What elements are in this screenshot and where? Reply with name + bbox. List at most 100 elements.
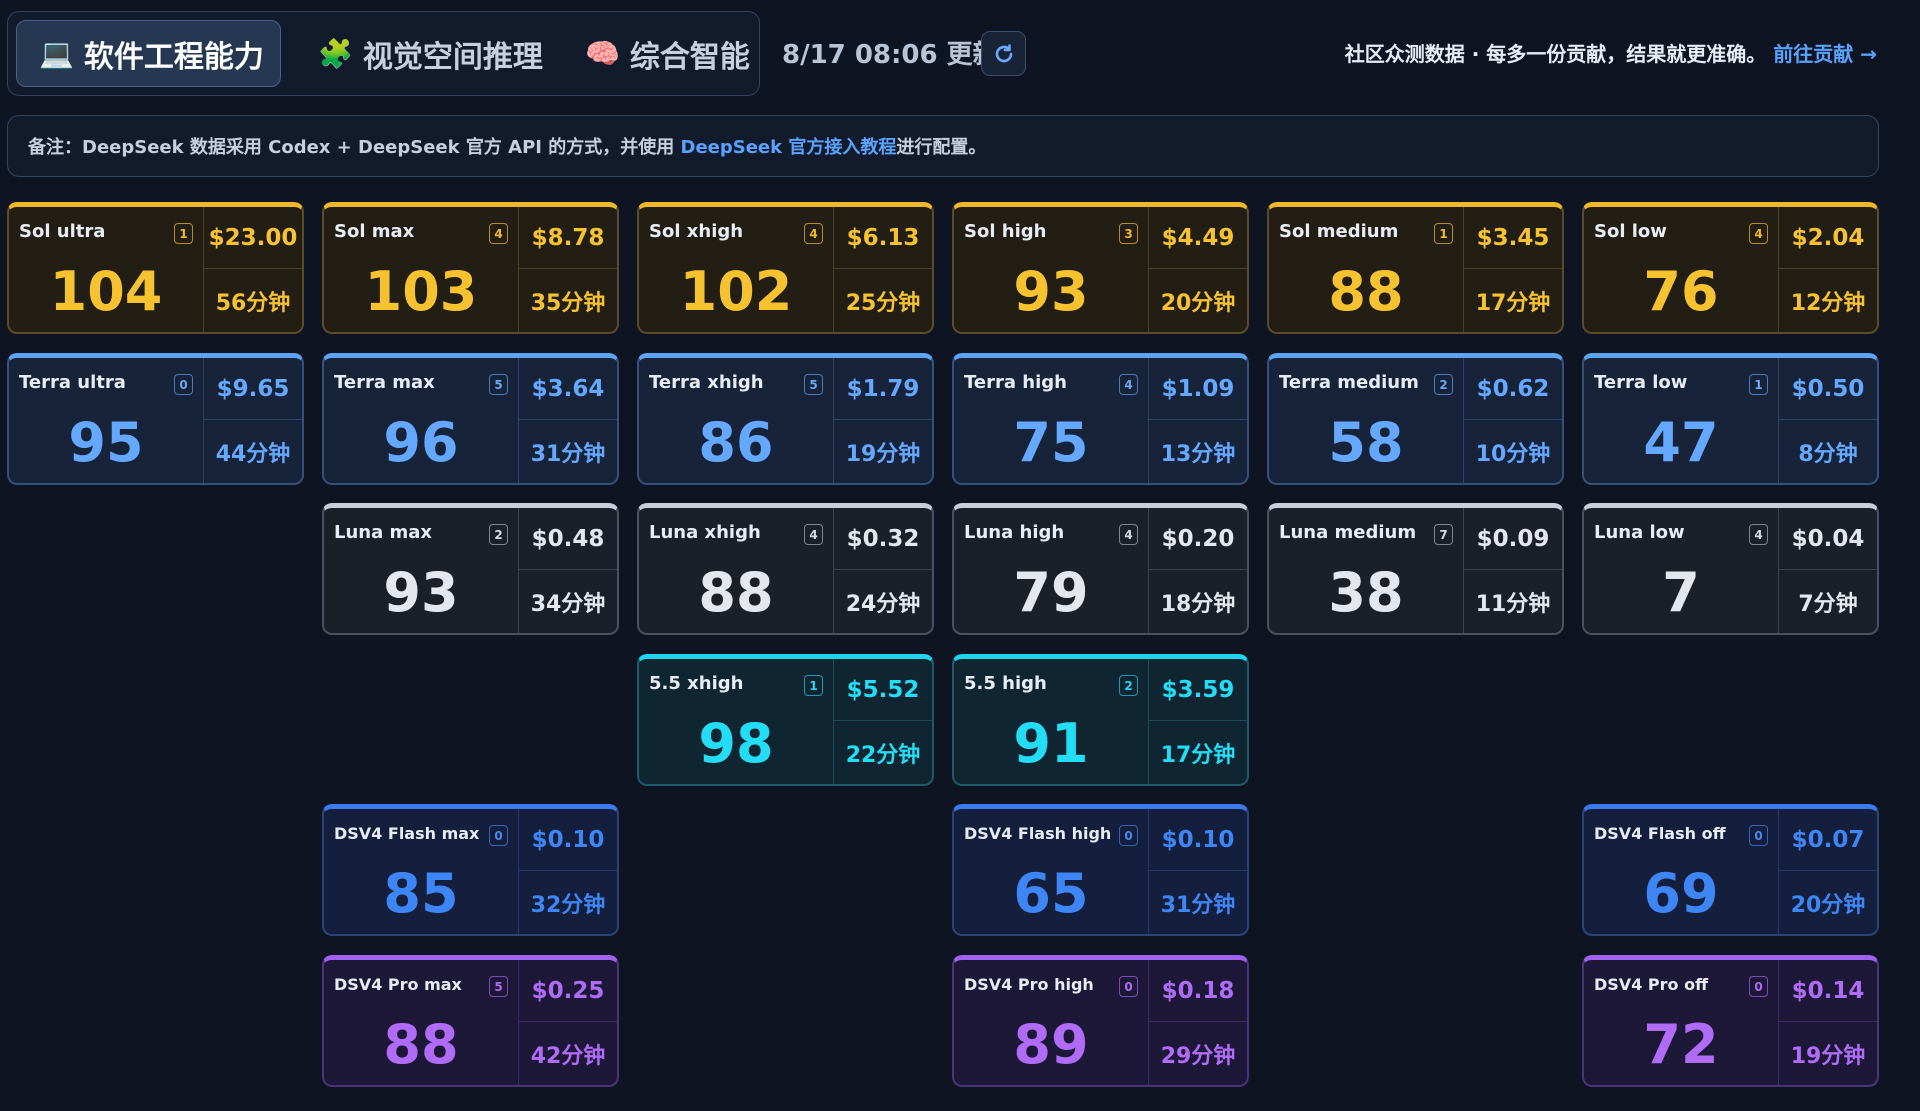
card-main: DSV4 Flash high 0 65 [954,809,1148,934]
contribute-link[interactable]: 前往贡献 → [1773,42,1877,66]
rank-badge: 2 [1119,675,1138,696]
score-value: 98 [698,712,774,775]
score-value: 104 [49,260,163,323]
duration-value: 12分钟 [1790,290,1866,316]
card-main: DSV4 Pro off 0 72 [1584,960,1778,1085]
card-stats: $2.04 12分钟 [1778,207,1877,332]
duration-value: 32分钟 [530,892,606,918]
model-card-terra-high[interactable]: Terra high 4 75 $1.09 13分钟 [952,353,1249,485]
model-name: 5.5 high [964,673,1047,694]
card-stats: $1.09 13分钟 [1148,358,1247,483]
score-value: 88 [383,1013,459,1076]
refresh-button[interactable] [981,31,1026,76]
card-main: Luna high 4 79 [954,508,1148,633]
model-name: Terra xhigh [649,372,764,393]
model-card-sol-low[interactable]: Sol low 4 76 $2.04 12分钟 [1582,202,1879,334]
cost-value: $9.65 [204,358,302,420]
card-main: DSV4 Flash off 0 69 [1584,809,1778,934]
card-stats: $0.18 29分钟 [1148,960,1247,1085]
model-card-dsv4-flash-high[interactable]: DSV4 Flash high 0 65 $0.10 31分钟 [952,804,1249,936]
model-name: DSV4 Flash max [334,824,480,843]
tab-general-intelligence[interactable]: 🧠 综合智能 [563,20,753,87]
score-value: 91 [1013,712,1089,775]
model-card-sol-max[interactable]: Sol max 4 103 $8.78 35分钟 [322,202,619,334]
rank-badge: 4 [1749,223,1768,244]
rank-badge: 4 [1749,524,1768,545]
model-card-dsv4-pro-high[interactable]: DSV4 Pro high 0 89 $0.18 29分钟 [952,955,1249,1087]
duration-value: 31分钟 [530,441,606,467]
model-card-dsv4-pro-max[interactable]: DSV4 Pro max 5 88 $0.25 42分钟 [322,955,619,1087]
rank-badge: 0 [174,374,193,395]
card-stats: $0.25 42分钟 [518,960,617,1085]
card-main: Terra low 1 47 [1584,358,1778,483]
model-card-dsv4-pro-off[interactable]: DSV4 Pro off 0 72 $0.14 19分钟 [1582,955,1879,1087]
model-card-terra-max[interactable]: Terra max 5 96 $3.64 31分钟 [322,353,619,485]
score-value: 93 [383,561,459,624]
card-stats: $8.78 35分钟 [518,207,617,332]
model-card-luna-max[interactable]: Luna max 2 93 $0.48 34分钟 [322,503,619,635]
model-card-sol-ultra[interactable]: Sol ultra 1 104 $23.00 56分钟 [7,202,304,334]
model-card-sol-xhigh[interactable]: Sol xhigh 4 102 $6.13 25分钟 [637,202,934,334]
model-card-terra-ultra[interactable]: Terra ultra 0 95 $9.65 44分钟 [7,353,304,485]
model-card-luna-low[interactable]: Luna low 4 7 $0.04 7分钟 [1582,503,1879,635]
rank-badge: 0 [1119,976,1138,997]
cost-value: $0.10 [1149,809,1247,871]
cost-value: $0.18 [1149,960,1247,1022]
duration-value: 10分钟 [1475,441,1551,467]
cost-value: $0.14 [1779,960,1877,1022]
cost-value: $1.79 [834,358,932,420]
model-card-gpt55-high[interactable]: 5.5 high 2 91 $3.59 17分钟 [952,654,1249,786]
score-value: 86 [698,411,774,474]
community-notice: 社区众测数据 · 每多一份贡献，结果就更准确。 前往贡献 → [1345,38,1877,67]
tab-visual-spatial-reasoning[interactable]: 🧩 视觉空间推理 [296,20,546,87]
model-card-terra-xhigh[interactable]: Terra xhigh 5 86 $1.79 19分钟 [637,353,934,485]
card-main: Sol max 4 103 [324,207,518,332]
card-main: Sol medium 1 88 [1269,207,1463,332]
brain-icon: 🧠 [585,36,620,70]
duration-value: 19分钟 [1790,1043,1866,1069]
score-value: 95 [68,411,144,474]
score-value: 88 [1328,260,1404,323]
model-card-dsv4-flash-off[interactable]: DSV4 Flash off 0 69 $0.07 20分钟 [1582,804,1879,936]
rank-badge: 4 [804,223,823,244]
model-card-terra-low[interactable]: Terra low 1 47 $0.50 8分钟 [1582,353,1879,485]
cost-value: $0.10 [519,809,617,871]
rank-badge: 7 [1434,524,1453,545]
model-name: Terra max [334,372,435,393]
duration-value: 35分钟 [530,290,606,316]
card-main: Terra high 4 75 [954,358,1148,483]
duration-value: 42分钟 [530,1043,606,1069]
model-card-terra-medium[interactable]: Terra medium 2 58 $0.62 10分钟 [1267,353,1564,485]
laptop-icon: 💻 [39,36,74,70]
cost-value: $0.48 [519,508,617,570]
duration-value: 56分钟 [215,290,291,316]
score-value: 76 [1643,260,1719,323]
rank-badge: 2 [489,524,508,545]
model-card-gpt55-xhigh[interactable]: 5.5 xhigh 1 98 $5.52 22分钟 [637,654,934,786]
score-value: 58 [1328,411,1404,474]
cost-value: $6.13 [834,207,932,269]
model-card-luna-high[interactable]: Luna high 4 79 $0.20 18分钟 [952,503,1249,635]
cost-value: $8.78 [519,207,617,269]
cost-value: $0.20 [1149,508,1247,570]
model-card-dsv4-flash-max[interactable]: DSV4 Flash max 0 85 $0.10 32分钟 [322,804,619,936]
model-name: Terra ultra [19,372,126,393]
model-name: DSV4 Flash high [964,824,1112,843]
tab-software-engineering[interactable]: 💻 软件工程能力 [16,20,281,87]
model-card-luna-xhigh[interactable]: Luna xhigh 4 88 $0.32 24分钟 [637,503,934,635]
card-main: Sol low 4 76 [1584,207,1778,332]
model-name: Luna xhigh [649,522,761,543]
model-name: Luna max [334,522,433,543]
model-card-luna-medium[interactable]: Luna medium 7 38 $0.09 11分钟 [1267,503,1564,635]
rank-badge: 5 [804,374,823,395]
card-main: Sol ultra 1 104 [9,207,203,332]
duration-value: 34分钟 [530,591,606,617]
card-stats: $0.10 31分钟 [1148,809,1247,934]
model-card-sol-high[interactable]: Sol high 3 93 $4.49 20分钟 [952,202,1249,334]
model-card-sol-medium[interactable]: Sol medium 1 88 $3.45 17分钟 [1267,202,1564,334]
score-value: 89 [1013,1013,1089,1076]
card-main: DSV4 Pro high 0 89 [954,960,1148,1085]
deepseek-tutorial-link[interactable]: DeepSeek 官方接入教程 [681,133,897,159]
card-stats: $0.62 10分钟 [1463,358,1562,483]
score-value: 38 [1328,561,1404,624]
